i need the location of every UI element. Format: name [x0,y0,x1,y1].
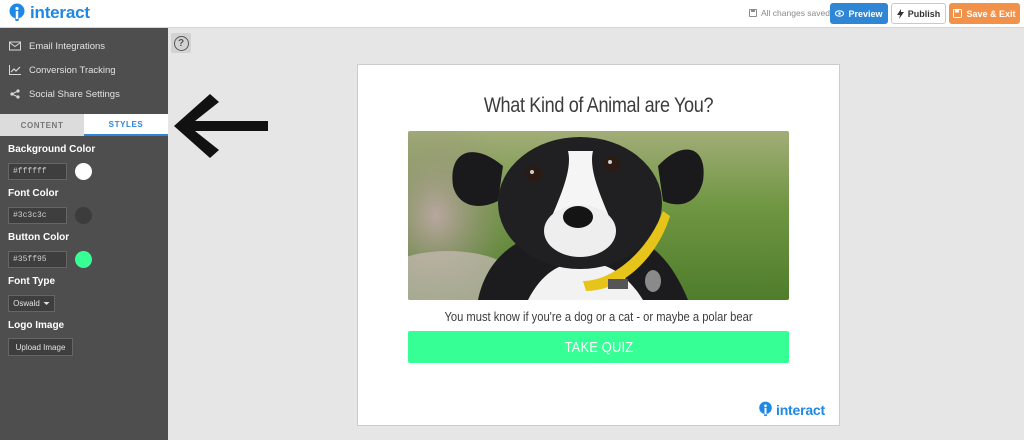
brand-name: interact [30,3,90,22]
save-exit-label: Save & Exit [966,8,1016,19]
app-logo[interactable]: interact [8,3,90,23]
button-color-input[interactable]: #35ff95 [8,250,67,268]
envelope-icon [9,41,21,51]
quiz-title[interactable]: What Kind of Animal are You? [392,94,806,118]
lightning-icon [896,8,904,19]
background-color-row: #ffffff [8,160,168,182]
sidebar-item-label: Email Integrations [29,40,106,52]
caret-down-icon [43,301,50,305]
logo-image-row: Upload Image [8,336,168,358]
save-status: All changes saved [749,8,830,18]
font-type-label: Font Type [8,276,56,287]
sidebar-item-email-integrations[interactable]: Email Integrations [0,34,168,58]
puppy-photo [408,131,789,300]
logo-image-label: Logo Image [8,320,65,331]
line-chart-icon [9,65,21,75]
floppy-disk-icon [749,9,757,17]
card-footer-logo: interact [758,401,825,418]
sidebar-item-conversion-tracking[interactable]: Conversion Tracking [0,58,168,82]
button-color-swatch[interactable] [75,250,92,268]
question-circle-icon: ? [173,35,189,51]
font-color-label: Font Color [8,188,59,199]
take-quiz-label: TAKE QUIZ [564,338,633,356]
card-footer-brand: interact [776,401,825,418]
tab-styles[interactable]: STYLES [84,114,168,136]
quiz-preview-card: What Kind of Animal are You? You must kn… [357,64,840,426]
sidebar-item-label: Conversion Tracking [29,64,116,76]
preview-button[interactable]: Preview [830,3,888,24]
font-color-input[interactable]: #3c3c3c [8,206,67,224]
background-color-input[interactable]: #ffffff [8,162,67,180]
button-color-row: #35ff95 [8,248,168,270]
quiz-subtitle[interactable]: You must know if you're a dog or a cat -… [392,309,806,324]
save-exit-button[interactable]: Save & Exit [949,3,1020,24]
top-bar: interact All changes saved Preview Publi… [0,0,1024,28]
styles-panel: Background Color #ffffff Font Color #3c3… [0,138,168,358]
publish-label: Publish [907,8,941,19]
background-color-swatch[interactable] [75,162,92,180]
interact-logo-icon [9,3,25,21]
font-color-swatch[interactable] [75,206,92,224]
quiz-cover-image[interactable] [408,131,789,300]
preview-label: Preview [848,8,883,19]
button-color-label: Button Color [8,232,70,243]
save-status-text: All changes saved [761,8,830,18]
background-color-label: Background Color [8,144,96,155]
sidebar-item-social-share[interactable]: Social Share Settings [0,82,168,106]
font-type-value: Oswald [13,298,40,308]
sidebar-menu: Email Integrations Conversion Tracking S… [0,28,168,106]
font-type-row: Oswald [8,292,168,314]
eye-icon [835,10,845,17]
left-arrow-icon [174,94,268,158]
interact-logo-icon [759,401,772,417]
help-button[interactable]: ? [171,33,191,53]
upload-image-button[interactable]: Upload Image [8,338,73,356]
publish-button[interactable]: Publish [891,3,946,24]
editor-tabs: CONTENT STYLES [0,114,168,136]
sidebar-item-label: Social Share Settings [29,88,120,100]
tab-content[interactable]: CONTENT [0,114,84,136]
take-quiz-button[interactable]: TAKE QUIZ [408,331,789,363]
sidebar: Email Integrations Conversion Tracking S… [0,28,168,440]
share-icon [10,89,20,99]
font-type-select[interactable]: Oswald [8,294,55,312]
font-color-row: #3c3c3c [8,204,168,226]
save-icon [953,9,963,18]
